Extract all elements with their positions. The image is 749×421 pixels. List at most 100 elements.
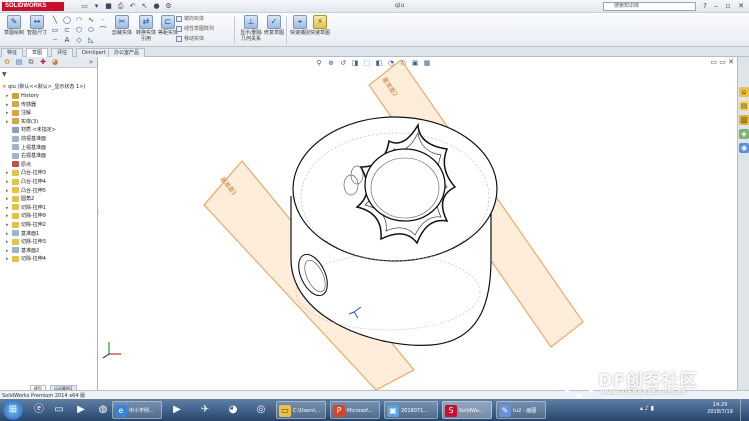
configuration-manager-icon[interactable]: ⧉ bbox=[26, 58, 36, 67]
solidworks-logo[interactable]: SOLIDWORKS bbox=[2, 2, 64, 11]
sketch-button[interactable]: ✎ 草图绘制 bbox=[2, 15, 26, 36]
tab-evaluate[interactable]: 评估 bbox=[51, 48, 74, 57]
tree-item[interactable]: ▸ 切除-拉伸2 bbox=[6, 221, 46, 229]
options-icon[interactable]: ⚙ bbox=[164, 2, 173, 11]
print-icon[interactable]: ⎙ bbox=[116, 2, 125, 11]
expand-panel-icon[interactable]: » bbox=[86, 58, 96, 67]
taskbar-app-paint[interactable]: ✎ tu2 - 画图 bbox=[496, 401, 546, 419]
tree-item[interactable]: ▸ 传感器 bbox=[6, 101, 36, 109]
rectangle-icon[interactable]: ▭ bbox=[50, 26, 60, 34]
tree-item[interactable]: 上视基准面 bbox=[6, 144, 46, 152]
close-button[interactable]: ✕ bbox=[736, 2, 746, 11]
tab-office-products[interactable]: 办公室产品 bbox=[108, 48, 146, 57]
center-bore[interactable] bbox=[364, 148, 446, 222]
arc-icon[interactable]: ◠ bbox=[74, 16, 84, 24]
taskbar-app-folder[interactable]: ▭ C:\Users\... bbox=[276, 401, 326, 419]
open-icon[interactable]: ▾ bbox=[92, 2, 101, 11]
color-app-icon[interactable]: ◕ bbox=[224, 401, 242, 419]
graphics-area[interactable]: ⚲ ⊕ ↺ ◨ ⬚ ◧ ◔ ◐ ▣ ▦ ▭ ▭ ✕ 基准面2 基准面1 bbox=[99, 57, 737, 390]
text-icon[interactable]: A bbox=[62, 36, 72, 44]
chrome-icon[interactable]: ◍ bbox=[94, 401, 112, 419]
filter-icon[interactable]: ▼ bbox=[2, 71, 7, 78]
ie-icon[interactable]: ⓔ bbox=[30, 401, 48, 419]
rapid-sketch-button[interactable]: ⚡ 快速草图 bbox=[308, 15, 332, 36]
minimize-button[interactable]: – bbox=[711, 2, 721, 11]
tree-item[interactable]: ▸ 圆角2 bbox=[6, 195, 34, 203]
help-button[interactable]: ? bbox=[700, 2, 710, 11]
undo-icon[interactable]: ↶ bbox=[128, 2, 137, 11]
tree-item[interactable]: ▸ 注解 bbox=[6, 109, 31, 117]
display-manager-icon[interactable]: ◕ bbox=[50, 58, 60, 67]
explorer-icon[interactable]: ▭ bbox=[50, 401, 68, 419]
tree-item[interactable]: 材质 <未指定> bbox=[6, 126, 56, 134]
rebuild-icon[interactable]: ● bbox=[152, 2, 161, 11]
cut-extrude-icon bbox=[12, 212, 19, 219]
maximize-button[interactable]: ▫ bbox=[723, 2, 733, 11]
tree-item[interactable]: ▸ 切除-拉伸3 bbox=[6, 238, 46, 246]
tree-item[interactable]: ▸ 切除-拉伸9 bbox=[6, 212, 46, 220]
tree-item[interactable]: ▸ 凸台-拉伸4 bbox=[6, 178, 46, 186]
tree-item[interactable]: ▸ 切除-拉伸4 bbox=[6, 255, 46, 263]
ellipse-icon[interactable]: ⬭ bbox=[86, 26, 96, 34]
dimxpert-manager-icon[interactable]: ✚ bbox=[38, 58, 48, 67]
trim-entities-button[interactable]: ✂ 剪裁实体 bbox=[110, 15, 134, 36]
display-delete-relations-button[interactable]: ⊥ 显示/删除几何关系 bbox=[238, 15, 264, 42]
tree-item[interactable]: ▸ 基准面2 bbox=[6, 247, 39, 255]
tree-item[interactable]: ▸ 实体(3) bbox=[6, 118, 38, 126]
new-document-icon[interactable]: ▭ bbox=[80, 2, 89, 11]
select-icon[interactable]: ↖ bbox=[140, 2, 149, 11]
clock[interactable]: 14:29 2018/7/19 bbox=[704, 402, 736, 416]
appearances-icon[interactable]: ◉ bbox=[739, 143, 749, 153]
plane-icon bbox=[12, 247, 19, 254]
view-palette-icon[interactable]: ◈ bbox=[739, 129, 749, 139]
circle-icon[interactable]: ◯ bbox=[62, 16, 72, 24]
mirror-entities-button[interactable]: 镜向实体 bbox=[176, 15, 204, 23]
tree-item[interactable]: 原点 bbox=[6, 161, 31, 169]
plane-sketch-icon[interactable]: ◇ bbox=[74, 36, 84, 44]
show-desktop-button[interactable] bbox=[740, 399, 749, 421]
taskbar-app-image[interactable]: ▣ 2018071... bbox=[384, 401, 438, 419]
convert-entities-button[interactable]: ⇄ 转换实体引用 bbox=[134, 15, 158, 42]
fillet-sketch-icon[interactable]: ⌒ bbox=[98, 26, 108, 34]
point-icon[interactable]: ⋅ bbox=[98, 16, 108, 24]
taskbar-app-solidworks[interactable]: S SolidWo... bbox=[442, 401, 492, 419]
move-entities-button[interactable]: 移动实体 bbox=[176, 35, 204, 43]
chrome-2-icon[interactable]: ◎ bbox=[252, 401, 270, 419]
spline-icon[interactable]: ∿ bbox=[86, 16, 96, 24]
feature-tree-icon[interactable]: ✿ bbox=[2, 58, 12, 67]
chamfer-icon[interactable]: ◺ bbox=[86, 36, 96, 44]
tree-item[interactable]: ▸ 切除-拉伸1 bbox=[6, 204, 46, 212]
tree-item[interactable]: ▸ 凸台-拉伸3 bbox=[6, 169, 46, 177]
tree-item[interactable]: ▸ 凸台-拉伸5 bbox=[6, 187, 46, 195]
taskbar-app-browser[interactable]: e 中小学例... bbox=[112, 401, 162, 419]
tree-item[interactable]: 前视基准面 bbox=[6, 135, 46, 143]
tree-item[interactable]: 右视基准面 bbox=[6, 152, 46, 160]
start-button[interactable]: ⊞ bbox=[3, 400, 23, 420]
tab-features[interactable]: 特征 bbox=[1, 48, 24, 57]
polygon-icon[interactable]: ⬡ bbox=[74, 26, 84, 34]
player-icon[interactable]: ▶ bbox=[168, 401, 186, 419]
property-manager-icon[interactable]: ▤ bbox=[14, 58, 24, 67]
tree-root[interactable]: ❖ qiu (默认<<默认>_显示状态 1>) bbox=[2, 83, 85, 90]
tree-item-label: 上视基准面 bbox=[21, 144, 47, 151]
search-input[interactable]: 搜索知识库 bbox=[603, 2, 696, 11]
save-icon[interactable]: ■ bbox=[104, 2, 113, 11]
taskbar-app-powerpoint[interactable]: P Microsof... bbox=[330, 401, 380, 419]
tab-sketch[interactable]: 草图 bbox=[26, 48, 49, 57]
smart-dimension-button[interactable]: ↔ 智能尺寸 bbox=[25, 15, 49, 36]
resources-icon[interactable]: ⌂ bbox=[739, 87, 749, 97]
design-library-icon[interactable]: ▤ bbox=[739, 101, 749, 111]
file-explorer-icon[interactable]: ▥ bbox=[739, 115, 749, 125]
media-icon[interactable]: ▶ bbox=[72, 401, 90, 419]
clock-date: 2018/7/19 bbox=[707, 409, 733, 415]
repair-sketch-button[interactable]: ✓ 修复草图 bbox=[262, 15, 286, 36]
system-tray[interactable]: ▴ ♪ ▮ bbox=[640, 405, 654, 412]
line-icon[interactable]: ╲ bbox=[50, 16, 60, 24]
tab-dimxpert[interactable]: DimXpert bbox=[76, 48, 112, 57]
slot-icon[interactable]: ⊂ bbox=[62, 26, 72, 34]
centerline-icon[interactable]: ┈ bbox=[50, 36, 60, 44]
bird-icon[interactable]: ✈ bbox=[196, 401, 214, 419]
tree-item[interactable]: ▸ History bbox=[6, 92, 39, 100]
tree-item[interactable]: ▸ 基准面1 bbox=[6, 230, 39, 238]
linear-pattern-button[interactable]: 线性草图阵列 bbox=[176, 25, 214, 33]
